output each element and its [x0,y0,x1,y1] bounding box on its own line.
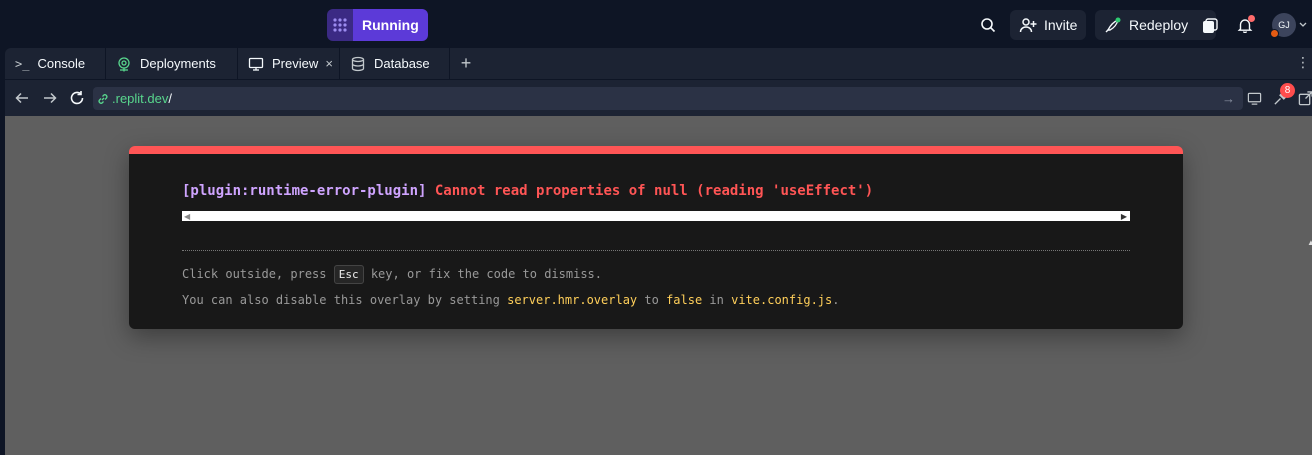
deployments-icon [118,56,130,71]
scroll-right-icon[interactable]: ▶ [1121,212,1127,221]
tip-text: . [832,293,840,307]
redeploy-options-button[interactable] [1199,15,1221,37]
back-arrow-icon[interactable] [13,89,31,107]
monitor-icon [248,57,264,71]
error-plugin: [plugin:runtime-error-plugin] [182,183,427,199]
error-message: [plugin:runtime-error-plugin] Cannot rea… [182,183,873,199]
notification-dot [1248,15,1255,22]
invite-label: Invite [1044,17,1078,33]
esc-key: Esc [333,265,364,284]
link-icon [98,93,108,104]
run-button-label: Running [353,9,428,41]
pane-tab-bar: >_ Console Deployments Preview × Databas… [5,48,1312,79]
tab-preview[interactable]: Preview × [238,48,340,79]
close-icon[interactable]: × [325,56,333,71]
open-new-tab-icon[interactable] [1296,89,1312,107]
devtools-wrench-icon[interactable]: 8 [1271,83,1295,107]
tab-console[interactable]: >_ Console [5,48,106,79]
chevron-down-icon [1299,22,1307,27]
invite-button[interactable]: Invite [1010,10,1087,40]
tip-text: in [702,293,732,307]
reload-icon[interactable] [68,89,86,107]
url-path: / [168,91,172,106]
tab-label: Database [374,56,430,71]
url-input[interactable]: .replit.dev / → [93,87,1243,110]
add-user-icon [1019,18,1037,33]
disable-tip: You can also disable this overlay by set… [182,293,839,307]
horizontal-scrollbar[interactable]: ◀ ▶ [182,211,1130,221]
tab-label: Deployments [140,56,216,71]
device-preview-icon[interactable] [1245,89,1263,107]
database-icon [351,56,365,71]
url-host: .replit.dev [112,91,169,106]
divider [182,250,1130,251]
more-options-icon[interactable]: ⋮ [1296,54,1310,71]
avatar[interactable]: GJ [1270,13,1296,38]
forward-arrow-icon[interactable] [41,89,59,107]
tip-text: Click outside, press [182,267,334,281]
go-arrow-icon[interactable]: → [1222,91,1235,106]
redeploy-icon [1105,17,1121,33]
scroll-left-icon[interactable]: ◀ [184,212,190,221]
devtools-error-count: 8 [1280,83,1295,98]
top-bar: Running Invite Redeploy GJ [0,0,1312,48]
config-file: vite.config.js [731,293,833,307]
tip-text: You can also disable this overlay by set… [182,293,508,307]
vite-error-overlay[interactable]: [plugin:runtime-error-plugin] Cannot rea… [129,146,1183,329]
add-tab-button[interactable]: + [450,48,482,79]
redeploy-button[interactable]: Redeploy [1095,10,1217,40]
config-option: server.hmr.overlay [507,293,638,307]
account-menu[interactable]: GJ [1270,13,1307,38]
tab-label: Console [37,56,86,71]
search-icon [981,18,996,33]
error-text: Cannot read properties of null (reading … [434,183,874,199]
notifications-button[interactable] [1229,9,1261,41]
terminal-icon: >_ [15,56,30,71]
tip-text: to [637,293,667,307]
address-bar: .replit.dev / → 8 [5,79,1312,116]
tab-label: Preview [272,56,319,71]
redeploy-label: Redeploy [1129,17,1189,33]
layers-icon [1203,18,1218,33]
scroll-up-icon[interactable]: ▲ [1307,238,1312,247]
tab-deployments[interactable]: Deployments [106,48,238,79]
search-button[interactable] [972,9,1004,41]
run-button[interactable]: Running [327,9,428,41]
dismiss-tip: Click outside, press Esc key, or fix the… [182,265,603,284]
avatar-badge [1270,29,1279,38]
tab-database[interactable]: Database [340,48,450,79]
config-value: false [666,293,703,307]
tip-text: key, or fix the code to dismiss. [363,267,603,281]
avatar-initials: GJ [1278,20,1290,30]
replit-logo-icon [327,9,353,41]
